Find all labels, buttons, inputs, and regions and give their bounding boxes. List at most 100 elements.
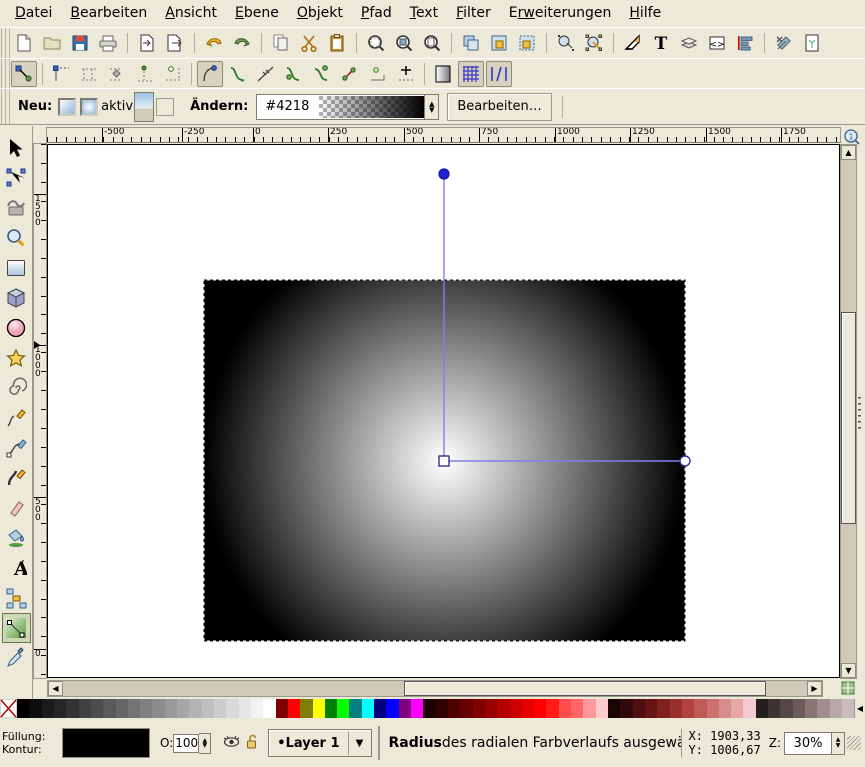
export-icon[interactable] (162, 30, 188, 56)
pencil-tool[interactable] (2, 403, 31, 433)
text-tool-icon[interactable]: T (648, 30, 674, 56)
palette-swatch[interactable] (128, 699, 140, 718)
ungroup-icon[interactable] (514, 30, 540, 56)
palette-swatch[interactable] (189, 699, 201, 718)
palette-swatch[interactable] (325, 699, 337, 718)
palette-swatch[interactable] (103, 699, 115, 718)
layers-icon[interactable] (676, 30, 702, 56)
new-document-icon[interactable] (11, 30, 37, 56)
left-arrow-icon[interactable]: ◀ (48, 681, 63, 696)
palette-swatch[interactable] (17, 699, 29, 718)
eye-icon[interactable] (223, 735, 240, 752)
menu-bearbeiten[interactable]: Bearbeiten (61, 2, 156, 24)
menu-erweiterungen[interactable]: Erweiterungen (500, 2, 621, 24)
palette-swatch[interactable] (694, 699, 706, 718)
palette-swatch[interactable] (214, 699, 226, 718)
palette-swatch[interactable] (743, 699, 755, 718)
tweak-tool[interactable] (2, 193, 31, 223)
palette-swatch[interactable] (473, 699, 485, 718)
palette-swatch[interactable] (239, 699, 251, 718)
palette-swatch[interactable] (300, 699, 312, 718)
undo-arrow-icon[interactable] (201, 30, 227, 56)
palette-swatch[interactable] (226, 699, 238, 718)
palette-swatch[interactable] (571, 699, 583, 718)
insert-node-icon[interactable] (48, 61, 74, 87)
fill-stroke-dialog-icon[interactable] (553, 30, 579, 56)
palette-swatch[interactable] (399, 699, 411, 718)
right-arrow-icon[interactable]: ▶ (807, 681, 822, 696)
palette-swatch[interactable] (66, 699, 78, 718)
v-scroll-thumb[interactable] (841, 312, 856, 524)
node-smooth-icon[interactable] (225, 61, 251, 87)
palette-swatch[interactable] (817, 699, 829, 718)
palette-swatch[interactable] (670, 699, 682, 718)
palette-swatch[interactable] (423, 699, 435, 718)
palette-swatch[interactable] (362, 699, 374, 718)
palette-swatch[interactable] (485, 699, 497, 718)
break-path-icon[interactable] (104, 61, 130, 87)
palette-swatch[interactable] (546, 699, 558, 718)
palette-swatch[interactable] (448, 699, 460, 718)
resize-grip-icon[interactable] (847, 736, 861, 750)
zoom-input[interactable]: 30% (784, 732, 832, 755)
palette-swatch[interactable] (177, 699, 189, 718)
palette-swatch[interactable] (79, 699, 91, 718)
palette-swatch[interactable] (165, 699, 177, 718)
palette-swatch[interactable] (830, 699, 842, 718)
zoom-spinner[interactable]: ▲▼ (832, 732, 845, 755)
menu-ebene[interactable]: Ebene (226, 2, 288, 24)
palette-swatch[interactable] (620, 699, 632, 718)
palette-swatch[interactable] (559, 699, 571, 718)
toolbar-grip[interactable] (0, 28, 10, 58)
paint-bucket-tool[interactable] (2, 523, 31, 553)
palette-swatch[interactable] (411, 699, 423, 718)
palette-swatch[interactable] (510, 699, 522, 718)
palette-swatch[interactable] (633, 699, 645, 718)
zoom-tool[interactable] (2, 223, 31, 253)
show-clip-icon[interactable] (430, 61, 456, 87)
palette-swatch[interactable] (313, 699, 325, 718)
delete-node-icon[interactable] (76, 61, 102, 87)
object-properties-icon[interactable] (581, 30, 607, 56)
node-symmetric-icon[interactable] (253, 61, 279, 87)
palette-swatch[interactable] (288, 699, 300, 718)
gradient-select[interactable]: #4218 (256, 94, 425, 120)
palette-swatch[interactable] (497, 699, 509, 718)
palette-swatch[interactable] (349, 699, 361, 718)
linear-gradient-icon[interactable] (58, 98, 76, 116)
opacity-input[interactable]: 100 (173, 734, 199, 753)
palette-swatch[interactable] (731, 699, 743, 718)
connector-tool[interactable] (2, 583, 31, 613)
import-icon[interactable] (134, 30, 160, 56)
segment-line-icon[interactable] (309, 61, 335, 87)
box3d-tool[interactable] (2, 283, 31, 313)
dropper-tool[interactable] (2, 643, 31, 673)
paste-clipboard-icon[interactable] (324, 30, 350, 56)
h-scroll-thumb[interactable] (404, 681, 766, 696)
toolbar-grip[interactable] (0, 89, 10, 124)
text-tool[interactable]: A (2, 553, 31, 583)
color-palette[interactable] (0, 699, 865, 718)
cut-scissors-icon[interactable] (296, 30, 322, 56)
drawing-canvas[interactable] (47, 144, 840, 678)
join-segment-icon[interactable] (160, 61, 186, 87)
bezier-pen-tool[interactable] (2, 433, 31, 463)
opacity-spinner[interactable]: ▲▼ (199, 733, 211, 754)
palette-swatch[interactable] (276, 699, 288, 718)
menu-text[interactable]: Text (401, 2, 447, 24)
node-auto-icon[interactable] (281, 61, 307, 87)
palette-swatch[interactable] (768, 699, 780, 718)
palette-swatch[interactable] (251, 699, 263, 718)
stroke-to-path-icon[interactable] (393, 61, 419, 87)
up-arrow-icon[interactable]: ▲ (841, 145, 856, 160)
redo-arrow-icon[interactable] (229, 30, 255, 56)
palette-swatch[interactable] (42, 699, 54, 718)
fill-gradient-swatch[interactable] (134, 92, 154, 122)
down-arrow-icon[interactable]: ▼ (841, 663, 856, 678)
gradient-radius-handle[interactable] (680, 456, 690, 466)
palette-swatch[interactable] (534, 699, 546, 718)
object-to-path-icon[interactable] (365, 61, 391, 87)
palette-swatch[interactable] (780, 699, 792, 718)
palette-swatch[interactable] (337, 699, 349, 718)
gradient-tool[interactable] (2, 613, 31, 643)
